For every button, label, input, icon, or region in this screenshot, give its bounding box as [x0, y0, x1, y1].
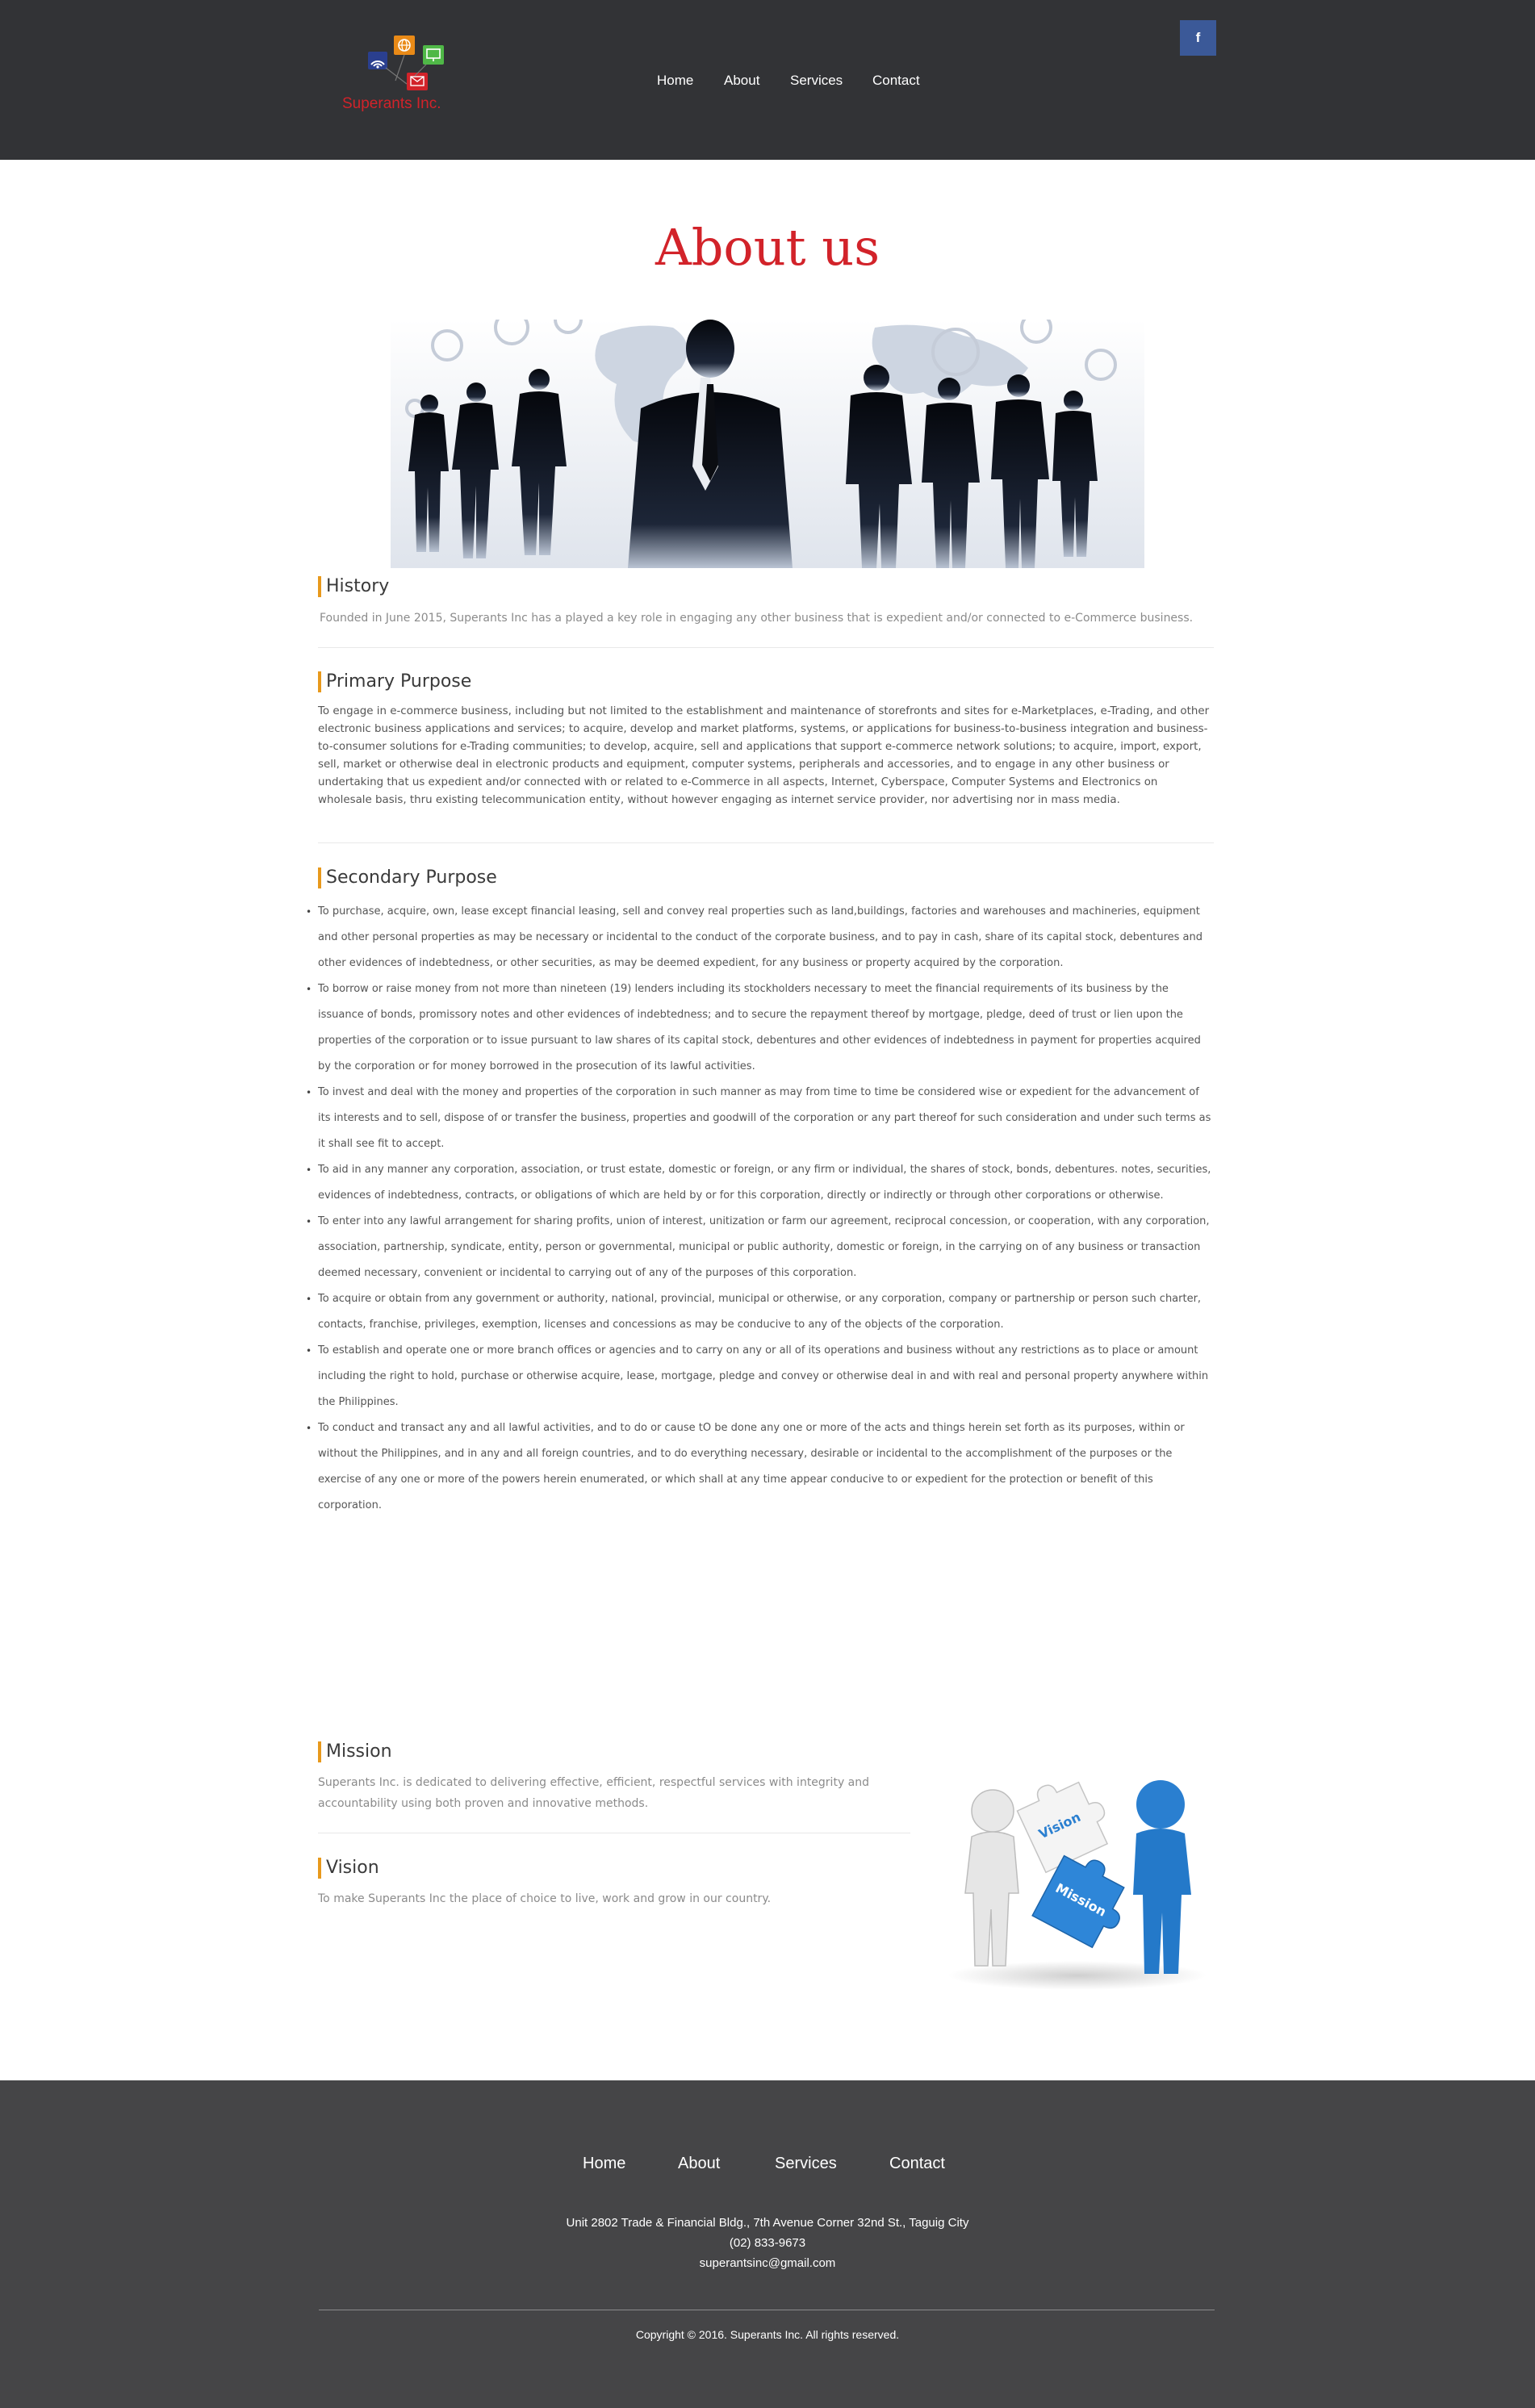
footer-address: Unit 2802 Trade & Financial Bldg., 7th A…: [566, 2216, 969, 2230]
divider: [318, 647, 1214, 648]
footer-nav-about[interactable]: About: [678, 2155, 720, 2173]
list-item: To enter into any lawful arrangement for…: [306, 1209, 1214, 1286]
site-header: Superants Inc. Home About Services Conta…: [0, 0, 1535, 160]
vision-text: To make Superants Inc the place of choic…: [318, 1892, 772, 1905]
footer-copyright: Copyright © 2016. Superants Inc. All rig…: [635, 2328, 900, 2341]
main-nav: Home About Services Contact: [0, 73, 1535, 95]
nav-about[interactable]: About: [724, 73, 759, 89]
list-item: To establish and operate one or more bra…: [306, 1338, 1214, 1415]
primary-purpose-heading: Primary Purpose: [318, 671, 471, 692]
footer-email[interactable]: superantsinc@gmail.com: [0, 2256, 1535, 2270]
vision-mission-puzzle-image: Vision Mission: [948, 1780, 1207, 1990]
secondary-purpose-list: To purchase, acquire, own, lease except …: [306, 899, 1214, 1519]
globe-icon: [394, 36, 415, 55]
mission-text: Superants Inc. is dedicated to deliverin…: [318, 1776, 870, 1810]
history-text: Founded in June 2015, Superants Inc has …: [320, 612, 1194, 625]
history-heading: History: [318, 576, 389, 597]
secondary-purpose-heading: Secondary Purpose: [318, 867, 497, 888]
list-item: To acquire or obtain from any government…: [306, 1286, 1214, 1338]
vision-heading: Vision: [318, 1858, 379, 1879]
mission-heading: Mission: [318, 1741, 392, 1762]
list-item: To aid in any manner any corporation, as…: [306, 1157, 1214, 1209]
list-item: To purchase, acquire, own, lease except …: [306, 899, 1214, 976]
logo-text: Superants Inc.: [342, 95, 441, 112]
list-item: To borrow or raise money from not more t…: [306, 976, 1214, 1080]
monitor-icon: [423, 45, 444, 65]
page-title: About us: [655, 218, 880, 277]
footer-nav-home[interactable]: Home: [583, 2155, 625, 2173]
list-item: To conduct and transact any and all lawf…: [306, 1415, 1214, 1519]
divider: [318, 842, 1214, 843]
nav-services[interactable]: Services: [790, 73, 843, 89]
footer-phone: (02) 833-9673: [729, 2236, 806, 2250]
facebook-icon[interactable]: f: [1180, 20, 1216, 56]
footer-nav-services[interactable]: Services: [775, 2155, 837, 2173]
primary-purpose-text: To engage in e-commerce business, includ…: [318, 705, 1210, 806]
site-footer: Home About Services Contact Unit 2802 Tr…: [0, 2080, 1535, 2408]
nav-contact[interactable]: Contact: [872, 73, 920, 89]
wifi-icon: [368, 52, 387, 69]
nav-home[interactable]: Home: [657, 73, 693, 89]
footer-nav: Home About Services Contact: [0, 2155, 1535, 2179]
list-item: To invest and deal with the money and pr…: [306, 1080, 1214, 1157]
business-team-silhouette-image: [391, 320, 1144, 568]
footer-nav-contact[interactable]: Contact: [889, 2155, 945, 2173]
